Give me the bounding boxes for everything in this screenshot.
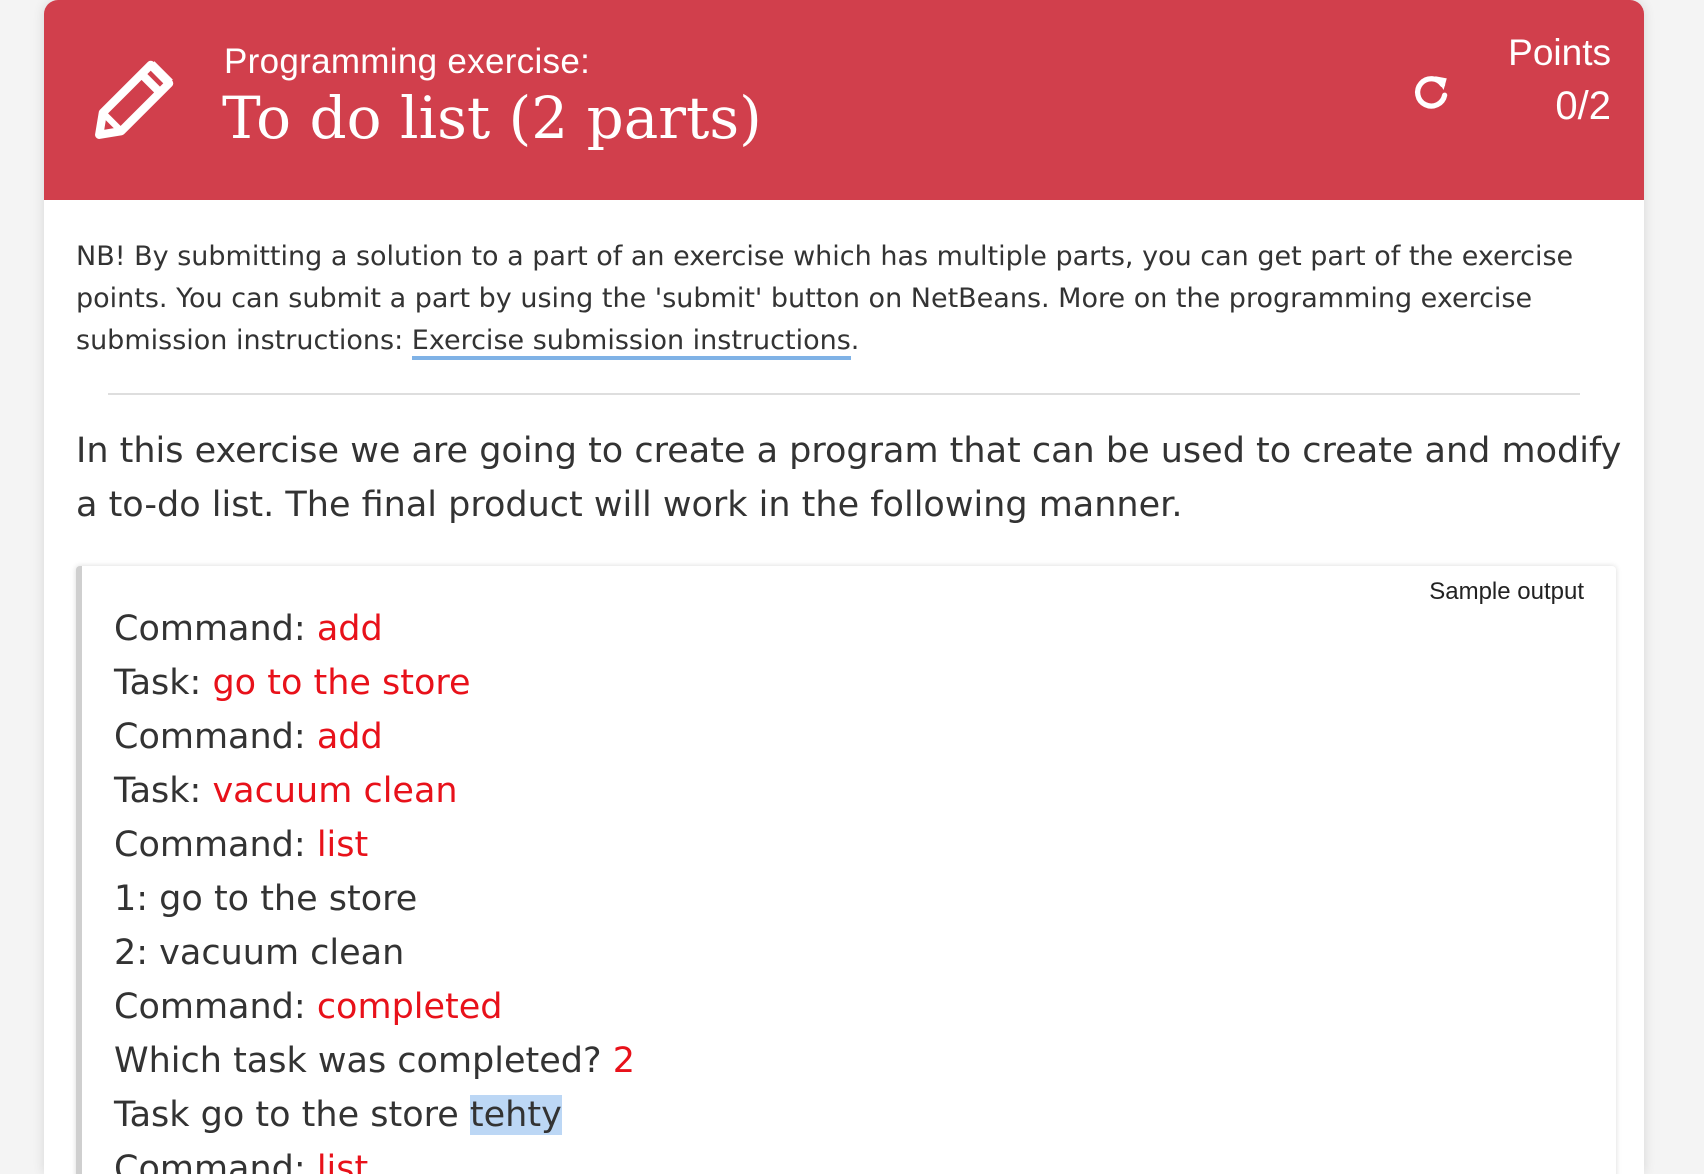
sample-line: Task: vacuum clean <box>114 764 635 818</box>
sample-line: Command: add <box>114 710 635 764</box>
sample-line: Command: list <box>114 1142 635 1174</box>
sample-output-label: Sample output <box>1429 578 1584 605</box>
line-text: Command: <box>114 1149 317 1174</box>
sample-output-box: Sample output Command: add Task: go to t… <box>76 566 1616 1174</box>
line-text: Command: <box>114 825 317 865</box>
submission-instructions-link[interactable]: Exercise submission instructions <box>411 325 851 360</box>
user-input: add <box>316 717 383 757</box>
pencil-icon <box>95 60 174 139</box>
user-input: add <box>316 609 383 649</box>
exercise-kicker: Programming exercise: <box>224 42 591 81</box>
line-text: Task: <box>114 663 213 703</box>
user-input: vacuum clean <box>212 771 458 811</box>
user-input: go to the store <box>212 663 471 703</box>
line-text: Command: <box>114 717 317 757</box>
divider <box>108 393 1580 395</box>
line-text: 2: vacuum clean <box>114 933 405 973</box>
user-input: completed <box>316 987 503 1027</box>
line-text: Command: <box>114 987 317 1027</box>
line-text: Command: <box>114 609 317 649</box>
sample-line: Command: list <box>114 818 635 872</box>
line-text: Task: <box>114 771 213 811</box>
exercise-card: Programming exercise: To do list (2 part… <box>44 0 1644 1174</box>
sample-line: Task: go to the store <box>114 656 635 710</box>
sample-line: Which task was completed? 2 <box>114 1034 635 1088</box>
points-label: Points <box>1508 32 1611 73</box>
notice-end: . <box>850 325 860 356</box>
sample-line: Command: add <box>114 602 635 656</box>
sample-line: Task go to the store tehty <box>114 1088 635 1142</box>
line-text: Task go to the store <box>114 1095 470 1135</box>
page-title: To do list (2 parts) <box>222 84 762 152</box>
sample-output-lines: Command: add Task: go to the store Comma… <box>114 602 635 1174</box>
refresh-icon[interactable] <box>1410 70 1452 112</box>
line-text: Which task was completed? <box>114 1041 613 1081</box>
user-input: list <box>316 825 369 865</box>
exercise-intro: In this exercise we are going to create … <box>76 431 1622 525</box>
exercise-header: Programming exercise: To do list (2 part… <box>44 0 1644 200</box>
sample-line: Command: completed <box>114 980 635 1034</box>
user-input: 2 <box>612 1041 635 1081</box>
line-text: 1: go to the store <box>114 879 418 919</box>
selected-text: tehty <box>469 1095 562 1135</box>
sample-line: 1: go to the store <box>114 872 635 926</box>
submission-notice: NB! By submitting a solution to a part o… <box>76 236 1616 362</box>
points-value: 0/2 <box>1555 84 1611 128</box>
user-input: list <box>316 1149 369 1174</box>
sample-line: 2: vacuum clean <box>114 926 635 980</box>
